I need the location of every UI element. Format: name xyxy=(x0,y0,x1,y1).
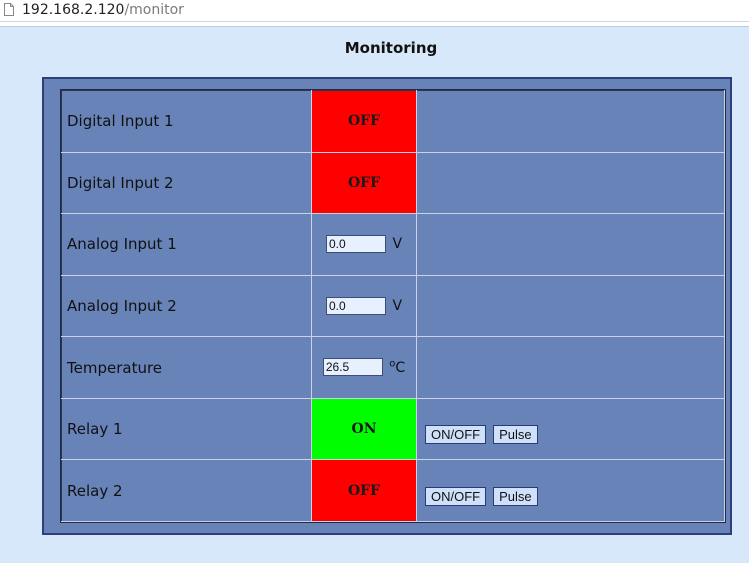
unit-label: V xyxy=(392,297,403,314)
row-label: Analog Input 1 xyxy=(61,213,312,276)
status-text: OFF xyxy=(347,482,381,499)
row-label: Digital Input 2 xyxy=(61,151,312,215)
relay-2-status: OFF xyxy=(311,459,417,522)
table-row: Analog Input 1 V xyxy=(61,213,725,276)
row-label: Analog Input 2 xyxy=(61,274,312,338)
row-actions-empty xyxy=(416,213,725,276)
address-bar[interactable]: 192.168.2.120/monitor xyxy=(0,0,749,22)
analog-input-1-cell: V xyxy=(311,213,417,276)
table-row: Relay 1 ON ON/OFF Pulse xyxy=(61,397,725,461)
digital-input-2-status: OFF xyxy=(311,151,417,215)
row-actions-empty xyxy=(416,151,725,215)
relay-1-pulse-button[interactable]: Pulse xyxy=(493,425,538,445)
analog-input-1-field[interactable] xyxy=(325,235,386,254)
row-label: Digital Input 1 xyxy=(61,90,312,153)
row-label: Temperature xyxy=(61,336,312,399)
relay-1-toggle-button[interactable]: ON/OFF xyxy=(425,425,487,445)
page-body: Monitoring Digital Input 1 OFF Digital I… xyxy=(0,26,749,563)
monitor-panel: Digital Input 1 OFF Digital Input 2 OFF … xyxy=(42,77,732,535)
relay-1-actions: ON/OFF Pulse xyxy=(416,397,725,461)
row-actions-empty xyxy=(416,274,725,338)
unit-label: oC xyxy=(389,359,406,377)
page-title: Monitoring xyxy=(344,39,438,57)
unit-label: V xyxy=(392,236,403,253)
temperature-field[interactable] xyxy=(322,358,383,377)
relay-1-status: ON xyxy=(311,397,417,461)
row-actions-empty xyxy=(416,90,725,153)
row-actions-empty xyxy=(416,336,725,399)
row-label: Relay 1 xyxy=(61,397,312,461)
unit-letter: C xyxy=(395,360,406,377)
page-icon xyxy=(4,3,14,16)
url-host: 192.168.2.120 xyxy=(22,2,125,18)
relay-2-pulse-button[interactable]: Pulse xyxy=(493,486,538,506)
digital-input-1-status: OFF xyxy=(311,90,417,153)
url-path: /monitor xyxy=(124,2,184,18)
table-row: Digital Input 1 OFF xyxy=(61,90,725,153)
row-label: Relay 2 xyxy=(61,459,312,522)
table-row: Digital Input 2 OFF xyxy=(61,151,725,215)
relay-1-button-group: ON/OFF Pulse xyxy=(425,425,724,445)
table-row: Analog Input 2 V xyxy=(61,274,725,338)
relay-2-actions: ON/OFF Pulse xyxy=(416,459,725,522)
status-text: OFF xyxy=(347,113,381,130)
monitor-table: Digital Input 1 OFF Digital Input 2 OFF … xyxy=(61,90,725,522)
temperature-cell: oC xyxy=(311,336,417,399)
analog-input-2-cell: V xyxy=(311,274,417,338)
status-text: OFF xyxy=(347,174,381,191)
table-row: Temperature oC xyxy=(61,336,725,399)
relay-2-button-group: ON/OFF Pulse xyxy=(425,486,724,506)
table-row: Relay 2 OFF ON/OFF Pulse xyxy=(61,459,725,522)
relay-2-toggle-button[interactable]: ON/OFF xyxy=(425,486,487,506)
status-text: ON xyxy=(351,421,377,438)
monitor-table-frame: Digital Input 1 OFF Digital Input 2 OFF … xyxy=(60,89,726,523)
url-text[interactable]: 192.168.2.120/monitor xyxy=(22,1,184,19)
analog-input-2-field[interactable] xyxy=(325,296,386,315)
